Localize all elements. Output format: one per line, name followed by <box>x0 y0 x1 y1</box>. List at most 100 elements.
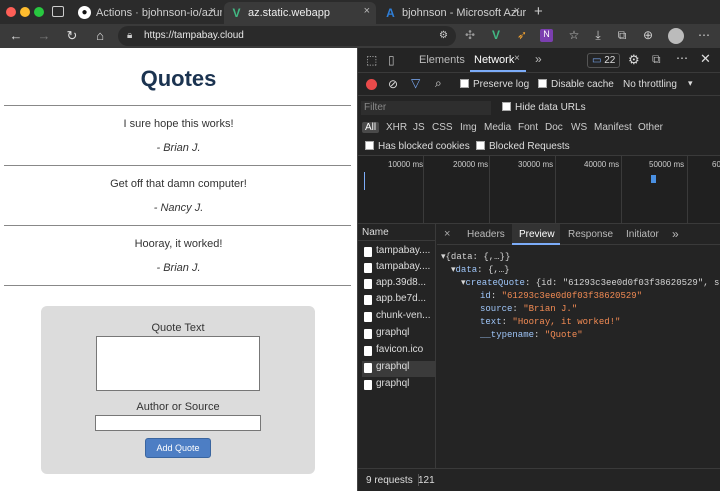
preview-line[interactable]: ▾{data: {,…}} <box>441 252 510 262</box>
checkbox-icon <box>476 141 485 150</box>
new-tab-button[interactable]: + <box>534 3 543 20</box>
request-row[interactable]: tampabay.... <box>362 245 436 261</box>
filter-css[interactable]: CSS <box>429 122 456 133</box>
request-row[interactable]: graphql <box>362 327 436 343</box>
swift-icon[interactable]: ➶ <box>514 28 530 42</box>
tab-elements[interactable]: Elements <box>419 54 465 66</box>
clear-icon[interactable]: ⊘ <box>388 77 398 91</box>
timeline-marker <box>364 172 365 190</box>
json-key: __typename <box>480 330 535 340</box>
tab-github-actions[interactable]: ● Actions · bjohnson-io/azure.st × <box>72 2 222 24</box>
request-row[interactable]: favicon.ico <box>362 344 436 360</box>
disable-cache-checkbox[interactable]: Disable cache <box>538 79 614 90</box>
active-tab-indicator <box>470 70 526 72</box>
preview-line[interactable]: ▾data: {,…} <box>451 265 510 275</box>
request-row[interactable]: app.be7d... <box>362 293 436 309</box>
record-icon[interactable] <box>366 79 377 90</box>
request-row[interactable]: app.39d8... <box>362 277 436 293</box>
filter-manifest[interactable]: Manifest <box>591 122 635 133</box>
devtools-menu-icon[interactable]: ⋯ <box>676 51 688 65</box>
vue-devtools-icon[interactable]: V <box>488 28 504 42</box>
close-window-button[interactable] <box>6 7 16 17</box>
chevron-down-icon[interactable]: ▾ <box>688 78 693 89</box>
request-name: app.be7d... <box>376 293 427 304</box>
blocked-requests-checkbox[interactable]: Blocked Requests <box>476 141 570 152</box>
tab-az-static-webapp[interactable]: V az.static.webapp × <box>224 2 376 24</box>
favorites-icon[interactable]: ☆ <box>566 28 582 42</box>
extensions-icon[interactable]: ⊕ <box>640 28 656 42</box>
filter-img[interactable]: Img <box>457 122 480 133</box>
filter-font[interactable]: Font <box>515 122 541 133</box>
checkbox-icon <box>365 141 374 150</box>
close-devtools-icon[interactable]: ✕ <box>700 51 711 67</box>
json-value: "Hooray, it worked!" <box>512 317 621 327</box>
author-input[interactable] <box>95 415 261 431</box>
forward-icon[interactable]: → <box>36 28 52 43</box>
tab-label: Actions · bjohnson-io/azure.st <box>96 7 222 19</box>
more-menu-icon[interactable]: ⋯ <box>696 28 712 42</box>
back-icon[interactable]: ← <box>8 28 24 43</box>
onenote-icon[interactable]: N <box>540 29 553 42</box>
close-tab-icon[interactable]: × <box>210 5 216 17</box>
name-column-header[interactable]: Name <box>362 227 389 238</box>
request-row[interactable]: graphql <box>362 378 436 394</box>
close-tab-icon[interactable]: × <box>514 5 520 17</box>
refresh-icon[interactable]: ↻ <box>64 28 80 44</box>
device-toolbar-icon[interactable]: ▯ <box>388 53 395 67</box>
settings-icon[interactable]: ⚙ <box>628 52 640 68</box>
filter-other[interactable]: Other <box>635 122 666 133</box>
preserve-log-checkbox[interactable]: Preserve log <box>460 79 529 90</box>
filter-doc[interactable]: Doc <box>542 122 566 133</box>
avatar[interactable] <box>668 28 684 44</box>
filter-xhr[interactable]: XHR <box>383 122 410 133</box>
checkbox-icon <box>460 79 469 88</box>
filter-media[interactable]: Media <box>481 122 514 133</box>
extension-icon[interactable]: ✣ <box>462 28 478 42</box>
request-row[interactable]: tampabay.... <box>362 261 436 277</box>
tab-label: az.static.webapp <box>248 7 330 19</box>
zoom-window-button[interactable] <box>34 7 44 17</box>
tab-headers[interactable]: Headers <box>467 229 505 240</box>
tab-network[interactable]: Network <box>474 54 514 66</box>
filter-icon[interactable]: ▽ <box>411 76 420 90</box>
filter-ws[interactable]: WS <box>568 122 590 133</box>
downloads-icon[interactable]: ⤓ <box>590 28 606 43</box>
tab-microsoft-azure[interactable]: A bjohnson - Microsoft Azure × <box>378 2 526 24</box>
url-field[interactable]: 🔒︎ https://tampabay.cloud ⚙ <box>118 26 456 46</box>
tab-response[interactable]: Response <box>568 229 613 240</box>
close-tab-icon[interactable]: × <box>514 53 520 64</box>
collections-icon[interactable]: ⧉ <box>614 28 630 43</box>
home-icon[interactable]: ⌂ <box>92 28 108 43</box>
more-detail-tabs-button[interactable]: » <box>672 227 679 241</box>
tab-initiator[interactable]: Initiator <box>626 229 659 240</box>
filter-input[interactable]: Filter <box>361 101 491 115</box>
preview-line: id: "61293c3ee0d0f03f38620529" <box>480 291 643 301</box>
divider <box>4 105 351 106</box>
issues-badge[interactable]: ▭ 22 <box>587 53 621 68</box>
message-icon: ▭ <box>592 55 602 66</box>
request-row-selected[interactable]: graphql <box>362 361 436 377</box>
remote-devices-icon[interactable]: ⧉ <box>652 52 661 67</box>
preview-line[interactable]: ▾createQuote: {id: "61293c3ee0d0f03f3862… <box>461 278 719 288</box>
preserve-log-label: Preserve log <box>473 79 530 90</box>
more-tabs-button[interactable]: » <box>535 52 542 66</box>
grid-line <box>687 156 688 224</box>
timeline-tick: 40000 ms <box>584 160 620 169</box>
minimize-window-button[interactable] <box>20 7 30 17</box>
tab-preview[interactable]: Preview <box>519 229 555 240</box>
throttling-select[interactable]: No throttling <box>623 79 677 90</box>
has-blocked-cookies-checkbox[interactable]: Has blocked cookies <box>365 141 470 152</box>
close-detail-icon[interactable]: × <box>444 228 450 240</box>
close-tab-icon[interactable]: × <box>364 5 370 17</box>
filter-all[interactable]: All <box>362 122 380 133</box>
inspect-element-icon[interactable]: ⬚ <box>366 53 377 67</box>
search-icon[interactable]: ⌕ <box>435 76 442 91</box>
hide-data-urls-checkbox[interactable]: Hide data URLs <box>502 102 586 113</box>
detail-tab-bar: × Headers Preview Response Initiator » <box>437 224 720 245</box>
quote-text-input[interactable] <box>96 336 260 391</box>
tab-actions-icon[interactable] <box>52 6 64 17</box>
filter-js[interactable]: JS <box>410 122 428 133</box>
add-quote-button[interactable]: Add Quote <box>145 438 211 458</box>
site-settings-icon[interactable]: ⚙ <box>439 26 448 46</box>
request-row[interactable]: chunk-ven... <box>362 310 436 326</box>
